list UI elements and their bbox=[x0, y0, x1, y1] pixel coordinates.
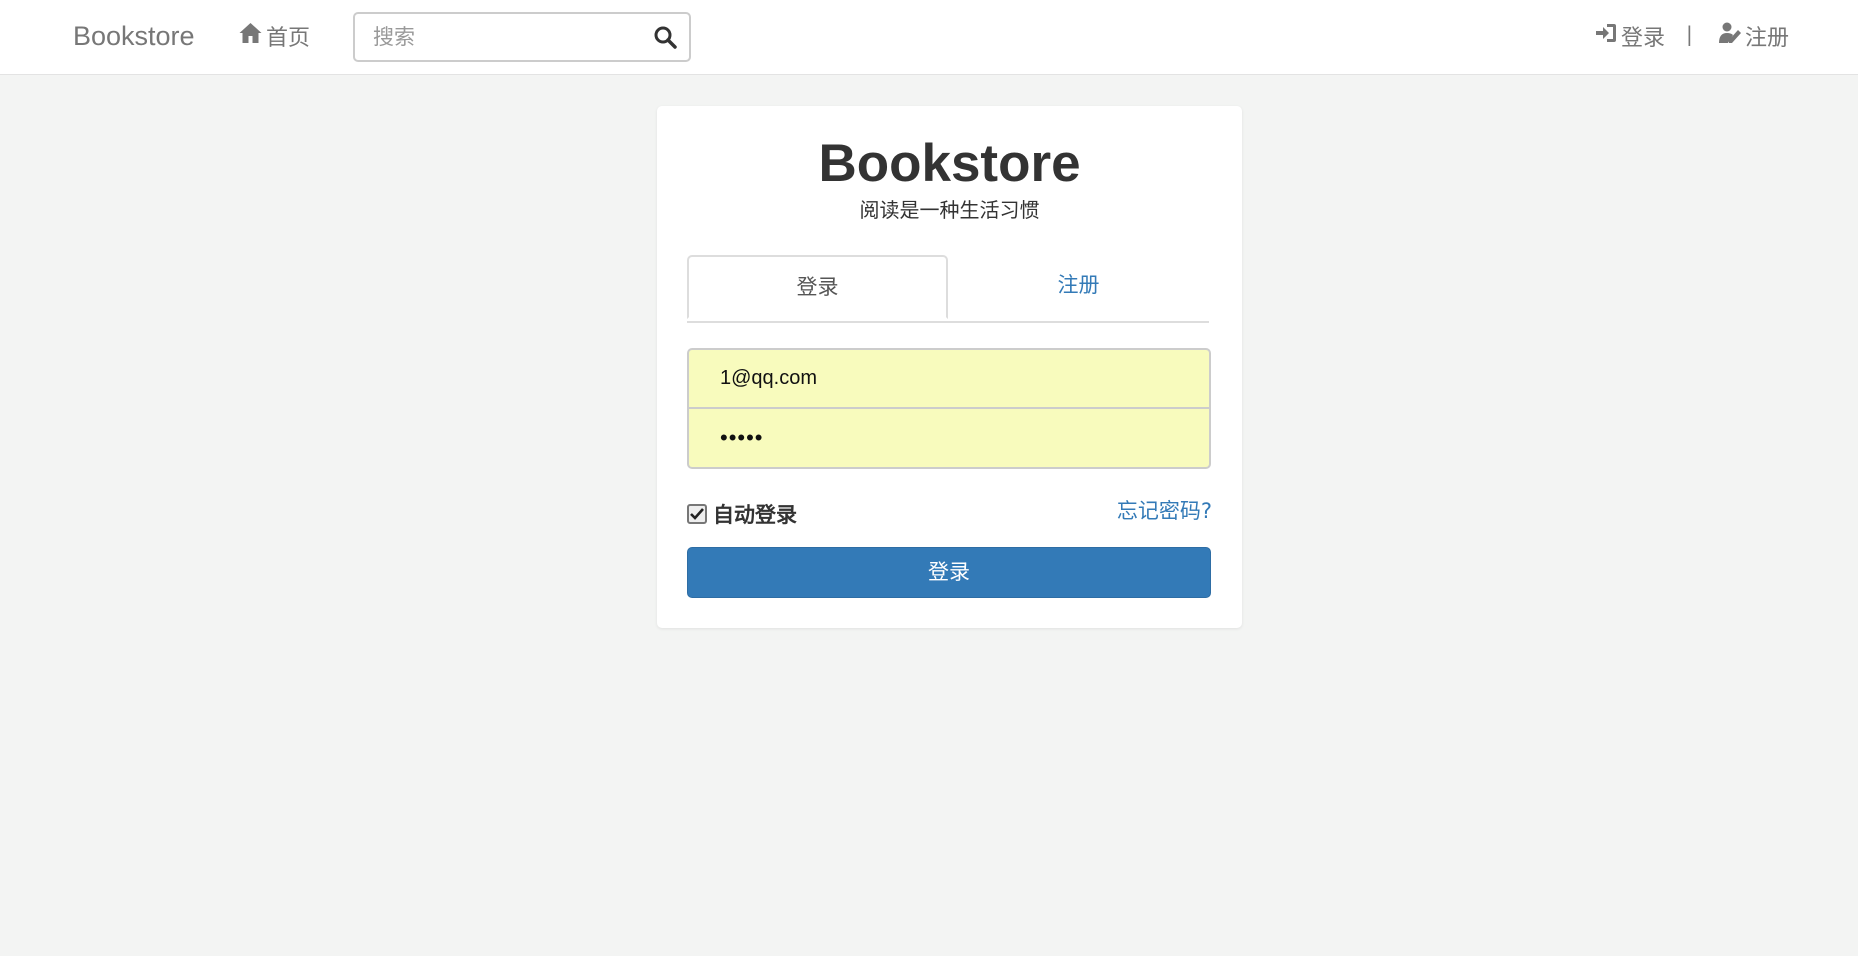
card-subtitle: 阅读是一种生活习惯 bbox=[859, 198, 1040, 222]
home-icon bbox=[238, 21, 263, 51]
navbar: Bookstore 首页 登录 | 注册 bbox=[0, 0, 1858, 75]
login-button[interactable]: 登录 bbox=[687, 547, 1211, 598]
email-field[interactable] bbox=[687, 348, 1211, 409]
search-icon[interactable] bbox=[653, 25, 677, 49]
check-icon bbox=[690, 508, 704, 520]
card-title: Bookstore bbox=[818, 134, 1081, 193]
remember-checkbox[interactable] bbox=[687, 504, 707, 524]
login-card: Bookstore 阅读是一种生活习惯 登录 注册 自动登录 忘记密码? 登录 bbox=[657, 106, 1242, 628]
forgot-password-link[interactable]: 忘记密码? bbox=[1117, 496, 1212, 526]
search-input[interactable] bbox=[355, 14, 645, 60]
nav-login-label: 登录 bbox=[1621, 26, 1666, 51]
password-field[interactable] bbox=[687, 409, 1211, 469]
nav-home-label: 首页 bbox=[266, 26, 311, 51]
user-edit-icon bbox=[1718, 21, 1742, 51]
brand-link[interactable]: Bookstore bbox=[73, 19, 195, 54]
remember-me[interactable]: 自动登录 bbox=[687, 499, 797, 529]
nav-separator: | bbox=[1686, 22, 1693, 46]
sign-in-icon bbox=[1594, 21, 1618, 51]
search-box bbox=[353, 12, 691, 62]
nav-home-link[interactable]: 首页 bbox=[238, 21, 310, 51]
tab-register[interactable]: 注册 bbox=[948, 255, 1209, 317]
auth-tabs: 登录 注册 bbox=[687, 255, 1209, 323]
tab-login[interactable]: 登录 bbox=[687, 255, 948, 319]
nav-register-link[interactable]: 注册 bbox=[1718, 21, 1789, 51]
nav-login-link[interactable]: 登录 bbox=[1594, 21, 1665, 51]
nav-register-label: 注册 bbox=[1745, 26, 1790, 51]
remember-label: 自动登录 bbox=[713, 503, 797, 527]
